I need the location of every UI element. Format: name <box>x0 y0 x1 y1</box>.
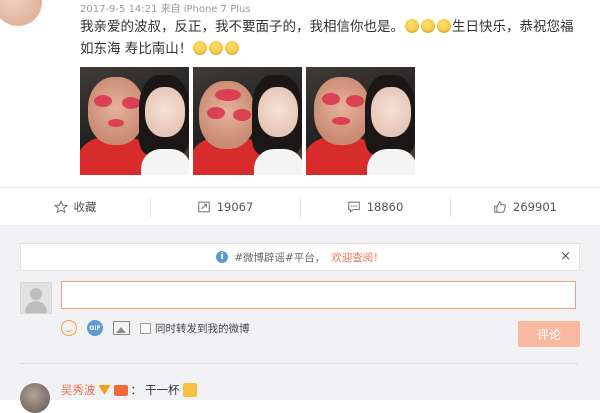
poster-avatar[interactable] <box>0 0 42 26</box>
smile-emoji-icon <box>225 41 240 55</box>
sync-repost-option[interactable]: 同时转发到我的微博 <box>140 321 250 336</box>
repost-button[interactable]: 19067 <box>150 188 300 226</box>
favorite-button[interactable]: 收藏 <box>0 188 150 226</box>
image-icon[interactable] <box>113 321 130 335</box>
rumor-notice-banner: i #微博辟谣#平台， 欢迎查阅！ × <box>20 243 580 271</box>
gif-icon[interactable]: GIF <box>87 320 103 336</box>
composer-toolbar: GIF 同时转发到我的微博 <box>61 320 250 336</box>
post-photos <box>80 67 415 175</box>
beer-emoji-icon <box>182 383 197 397</box>
post-action-bar: 收藏 19067 18860 269901 <box>0 187 600 226</box>
comment-text: 干一杯 <box>145 383 180 397</box>
comment-button[interactable]: 18860 <box>300 188 450 226</box>
close-icon[interactable]: × <box>560 249 571 264</box>
info-icon: i <box>216 251 229 263</box>
sync-repost-checkbox[interactable] <box>140 322 151 334</box>
comment-author-name[interactable]: 吴秀波 <box>61 382 96 398</box>
repost-count: 19067 <box>216 200 254 214</box>
comment-count: 18860 <box>366 200 404 214</box>
smile-emoji-icon <box>193 41 208 55</box>
post-meta: 2017-9-5 14:21 来自 iPhone 7 Plus <box>80 4 251 15</box>
comment-item: 吴秀波 ： 干一杯 <box>61 382 197 398</box>
post-photo[interactable] <box>80 67 189 175</box>
repost-icon <box>197 201 210 213</box>
post-text-part1: 我亲爱的波叔，反正，我不要面子的，我相信你也是。 <box>80 19 404 35</box>
comment-separator: ： <box>130 383 143 397</box>
emoji-icon[interactable] <box>61 320 77 336</box>
comment-panel: i #微博辟谣#平台， 欢迎查阅！ × GIF 同时转发到我的微博 评论 吴秀波 … <box>0 225 600 413</box>
thumbs-up-icon <box>494 201 506 213</box>
like-button[interactable]: 269901 <box>450 188 600 226</box>
submit-comment-button[interactable]: 评论 <box>518 321 580 347</box>
notice-link[interactable]: 欢迎查阅！ <box>331 250 384 265</box>
vip-badge-icon <box>113 384 128 396</box>
divider <box>20 363 578 364</box>
verified-badge-icon <box>98 385 111 395</box>
comment-input[interactable] <box>61 281 576 309</box>
star-icon <box>53 200 68 214</box>
notice-text: #微博辟谣#平台， <box>234 251 326 264</box>
post-photo[interactable] <box>306 67 415 175</box>
like-count: 269901 <box>513 200 557 214</box>
smile-emoji-icon <box>421 19 435 33</box>
current-user-avatar <box>20 282 52 314</box>
post-text: 我亲爱的波叔，反正，我不要面子的，我相信你也是。 生日快乐，恭祝您福如东海 寿比南… <box>80 16 580 60</box>
favorite-label: 收藏 <box>73 200 97 214</box>
smile-emoji-icon <box>209 41 224 55</box>
smile-emoji-icon <box>437 19 451 33</box>
post-photo[interactable] <box>193 67 302 175</box>
comment-author-avatar[interactable] <box>20 383 50 413</box>
smile-emoji-icon <box>405 19 419 33</box>
comment-icon <box>347 201 360 213</box>
sync-repost-label: 同时转发到我的微博 <box>155 322 250 335</box>
